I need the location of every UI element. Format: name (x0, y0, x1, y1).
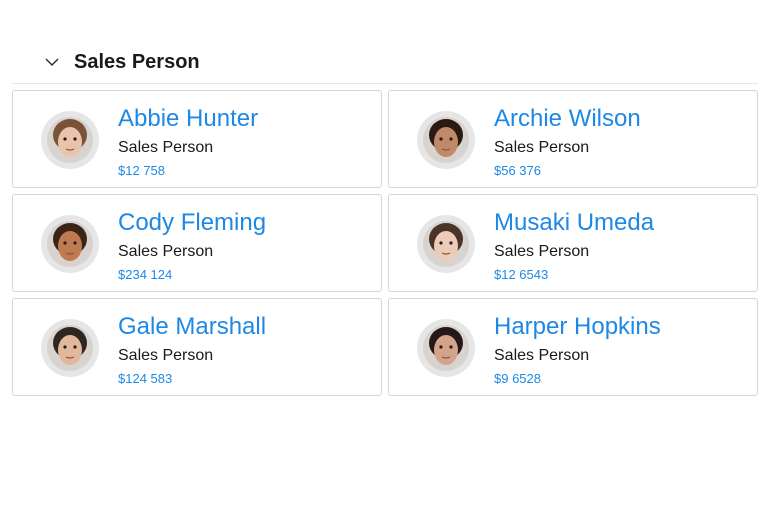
person-amount: $9 6528 (494, 371, 541, 386)
person-name[interactable]: Harper Hopkins (494, 313, 661, 341)
person-card[interactable]: Cody Fleming Sales Person $234 124 (12, 194, 382, 292)
avatar-photo-icon (423, 221, 469, 267)
person-card[interactable]: Archie Wilson Sales Person $56 376 (388, 90, 758, 188)
person-role: Sales Person (118, 243, 214, 260)
person-role: Sales Person (494, 139, 590, 156)
avatar (417, 215, 475, 273)
person-amount: $234 124 (118, 267, 173, 282)
person-name[interactable]: Musaki Umeda (494, 209, 654, 237)
person-amount: $12 758 (118, 163, 165, 178)
person-name[interactable]: Gale Marshall (118, 313, 266, 341)
avatar-photo-icon (47, 325, 93, 371)
avatar (417, 111, 475, 169)
avatar (41, 215, 99, 273)
person-amount: $12 6543 (494, 267, 549, 282)
people-grid: Abbie Hunter Sales Person $12 758 Archie… (12, 90, 758, 396)
avatar (417, 319, 475, 377)
person-role: Sales Person (118, 139, 214, 156)
avatar-photo-icon (423, 325, 469, 371)
person-name[interactable]: Abbie Hunter (118, 105, 258, 133)
group-title: Sales Person (74, 51, 200, 73)
person-card[interactable]: Abbie Hunter Sales Person $12 758 (12, 90, 382, 188)
group-header: Sales Person (12, 42, 758, 84)
person-role: Sales Person (494, 243, 590, 260)
person-role: Sales Person (494, 347, 590, 364)
avatar (41, 111, 99, 169)
avatar-photo-icon (47, 221, 93, 267)
person-name[interactable]: Cody Fleming (118, 209, 266, 237)
person-card[interactable]: Harper Hopkins Sales Person $9 6528 (388, 298, 758, 396)
avatar-photo-icon (423, 117, 469, 163)
chevron-down-icon[interactable] (36, 47, 68, 79)
person-amount: $124 583 (118, 371, 173, 386)
person-role: Sales Person (118, 347, 214, 364)
person-name[interactable]: Archie Wilson (494, 105, 641, 133)
person-card[interactable]: Gale Marshall Sales Person $124 583 (12, 298, 382, 396)
person-card[interactable]: Musaki Umeda Sales Person $12 6543 (388, 194, 758, 292)
avatar-photo-icon (47, 117, 93, 163)
avatar (41, 319, 99, 377)
person-amount: $56 376 (494, 163, 541, 178)
